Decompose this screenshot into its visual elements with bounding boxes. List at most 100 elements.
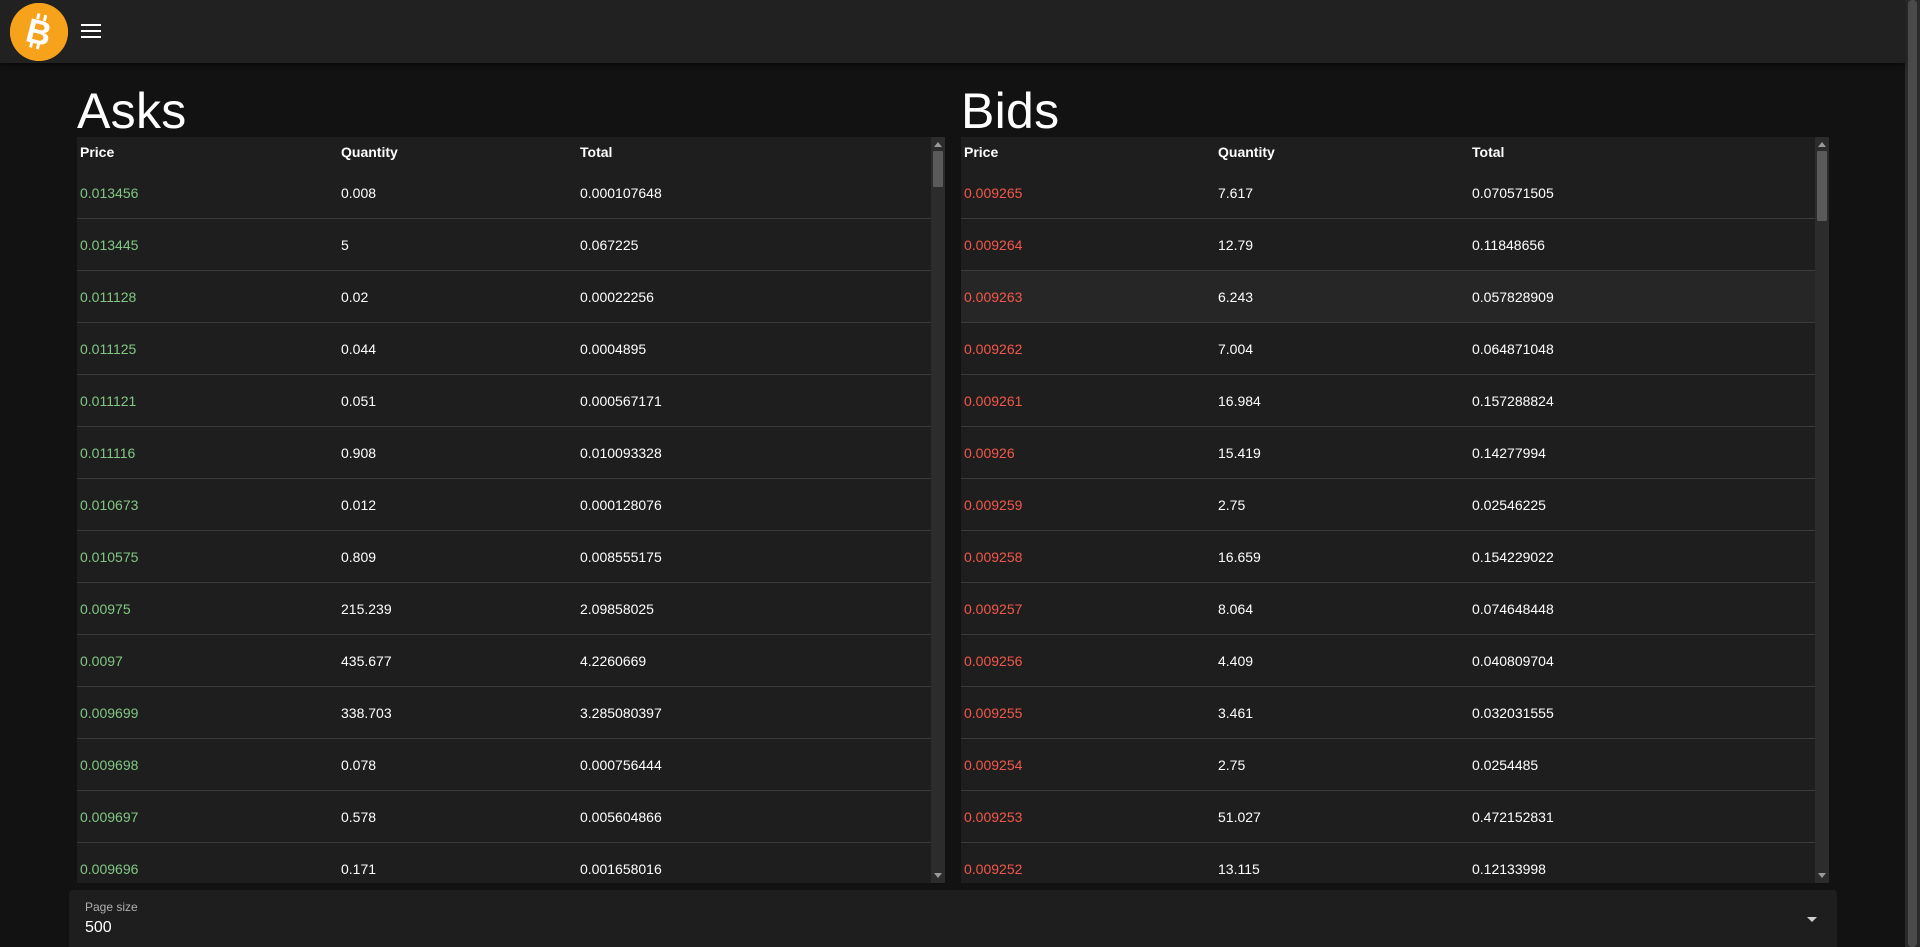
price-cell: 0.011128	[80, 288, 137, 305]
page-size-label: Page size	[85, 900, 138, 914]
quantity-cell: 0.02	[341, 288, 369, 305]
quantity-cell: 0.809	[341, 548, 377, 565]
table-row[interactable]: 0.011121 0.051 0.000567171	[77, 375, 931, 427]
table-row[interactable]: 0.013445 5 0.067225	[77, 219, 931, 271]
total-cell: 0.472152831	[1472, 808, 1554, 825]
table-row[interactable]: 0.009698 0.078 0.000756444	[77, 739, 931, 791]
quantity-cell: 0.051	[341, 392, 377, 409]
total-cell: 0.12133998	[1472, 860, 1546, 877]
asks-scrollbar-thumb[interactable]	[933, 151, 943, 187]
quantity-cell: 8.064	[1218, 600, 1254, 617]
column-header-total[interactable]: Total	[1469, 144, 1769, 160]
total-cell: 0.00022256	[580, 288, 654, 305]
table-row[interactable]: 0.009255 3.461 0.032031555	[961, 687, 1815, 739]
total-cell: 0.14277994	[1472, 444, 1546, 461]
table-row[interactable]: 0.009696 0.171 0.001658016	[77, 843, 931, 883]
price-cell: 0.009252	[964, 860, 1023, 877]
bitcoin-logo-icon[interactable]: B	[10, 3, 68, 61]
price-cell: 0.011125	[80, 340, 137, 357]
asks-table-header: Price Quantity Total	[77, 137, 931, 167]
total-cell: 3.285080397	[580, 704, 662, 721]
page-size-value[interactable]: 500	[85, 919, 112, 937]
table-row[interactable]: 0.010673 0.012 0.000128076	[77, 479, 931, 531]
asks-title: Asks	[77, 83, 187, 139]
quantity-cell: 16.984	[1218, 392, 1261, 409]
total-cell: 0.0254485	[1472, 756, 1539, 773]
page-scrollbar-thumb[interactable]	[1908, 0, 1917, 947]
total-cell: 0.057828909	[1472, 288, 1554, 305]
quantity-cell: 2.75	[1218, 496, 1246, 513]
bids-title: Bids	[961, 83, 1060, 139]
table-row[interactable]: 0.009263 6.243 0.057828909	[961, 271, 1815, 323]
table-row[interactable]: 0.011128 0.02 0.00022256	[77, 271, 931, 323]
price-cell: 0.013456	[80, 184, 139, 201]
total-cell: 0.001658016	[580, 860, 662, 877]
price-cell: 0.009261	[964, 392, 1023, 409]
quantity-cell: 6.243	[1218, 288, 1254, 305]
page-size-select[interactable]: Page size 500	[69, 890, 1837, 947]
price-cell: 0.009257	[964, 600, 1023, 617]
table-row[interactable]: 0.0097 435.677 4.2260669	[77, 635, 931, 687]
column-header-total[interactable]: Total	[577, 144, 877, 160]
scroll-down-icon[interactable]	[1818, 873, 1826, 878]
table-row[interactable]: 0.009265 7.617 0.070571505	[961, 167, 1815, 219]
bids-table[interactable]: Price Quantity Total 0.009265 7.617 0.0705…	[961, 137, 1829, 883]
price-cell: 0.009258	[964, 548, 1023, 565]
table-row[interactable]: 0.009258 16.659 0.154229022	[961, 531, 1815, 583]
asks-scrollbar[interactable]	[931, 137, 945, 883]
scroll-up-icon[interactable]	[934, 142, 942, 147]
scroll-down-icon[interactable]	[934, 873, 942, 878]
quantity-cell: 0.012	[341, 496, 377, 513]
table-row[interactable]: 0.009254 2.75 0.0254485	[961, 739, 1815, 791]
price-cell: 0.00926	[964, 444, 1015, 461]
table-row[interactable]: 0.009252 13.115 0.12133998	[961, 843, 1815, 883]
scroll-up-icon[interactable]	[1818, 142, 1826, 147]
quantity-cell: 435.677	[341, 652, 392, 669]
hamburger-menu-icon[interactable]	[76, 16, 106, 46]
price-cell: 0.009699	[80, 704, 139, 721]
caret-down-icon[interactable]	[1807, 917, 1817, 922]
price-cell: 0.011116	[80, 444, 136, 461]
price-cell: 0.009256	[964, 652, 1023, 669]
total-cell: 0.064871048	[1472, 340, 1554, 357]
page-scrollbar[interactable]	[1905, 0, 1920, 947]
table-row[interactable]: 0.009262 7.004 0.064871048	[961, 323, 1815, 375]
price-cell: 0.009265	[964, 184, 1023, 201]
bids-scrollbar-thumb[interactable]	[1817, 151, 1827, 221]
table-row[interactable]: 0.00926 15.419 0.14277994	[961, 427, 1815, 479]
table-row[interactable]: 0.010575 0.809 0.008555175	[77, 531, 931, 583]
column-header-price[interactable]: Price	[77, 144, 338, 160]
table-row[interactable]: 0.009257 8.064 0.074648448	[961, 583, 1815, 635]
quantity-cell: 15.419	[1218, 444, 1261, 461]
table-row[interactable]: 0.011125 0.044 0.0004895	[77, 323, 931, 375]
table-row[interactable]: 0.011116 0.908 0.010093328	[77, 427, 931, 479]
table-row[interactable]: 0.009261 16.984 0.157288824	[961, 375, 1815, 427]
table-row[interactable]: 0.009264 12.79 0.11848656	[961, 219, 1815, 271]
asks-panel: Asks Price Quantity Total 0.013456 0.008 0…	[77, 75, 945, 883]
price-cell: 0.009697	[80, 808, 139, 825]
quantity-cell: 5	[341, 236, 349, 253]
quantity-cell: 51.027	[1218, 808, 1261, 825]
table-row[interactable]: 0.009256 4.409 0.040809704	[961, 635, 1815, 687]
table-row[interactable]: 0.009699 338.703 3.285080397	[77, 687, 931, 739]
total-cell: 0.000567171	[580, 392, 662, 409]
column-header-quantity[interactable]: Quantity	[338, 144, 577, 160]
price-cell: 0.010673	[80, 496, 139, 513]
quantity-cell: 0.044	[341, 340, 377, 357]
column-header-quantity[interactable]: Quantity	[1215, 144, 1469, 160]
total-cell: 0.157288824	[1472, 392, 1554, 409]
table-row[interactable]: 0.013456 0.008 0.000107648	[77, 167, 931, 219]
table-row[interactable]: 0.009259 2.75 0.02546225	[961, 479, 1815, 531]
price-cell: 0.009262	[964, 340, 1023, 357]
price-cell: 0.009259	[964, 496, 1023, 513]
total-cell: 0.000107648	[580, 184, 662, 201]
table-row[interactable]: 0.009697 0.578 0.005604866	[77, 791, 931, 843]
table-row[interactable]: 0.009253 51.027 0.472152831	[961, 791, 1815, 843]
quantity-cell: 215.239	[341, 600, 392, 617]
quantity-cell: 0.578	[341, 808, 377, 825]
table-row[interactable]: 0.00975 215.239 2.09858025	[77, 583, 931, 635]
total-cell: 0.070571505	[1472, 184, 1554, 201]
asks-table[interactable]: Price Quantity Total 0.013456 0.008 0.0001…	[77, 137, 945, 883]
column-header-price[interactable]: Price	[961, 144, 1215, 160]
bids-scrollbar[interactable]	[1815, 137, 1829, 883]
